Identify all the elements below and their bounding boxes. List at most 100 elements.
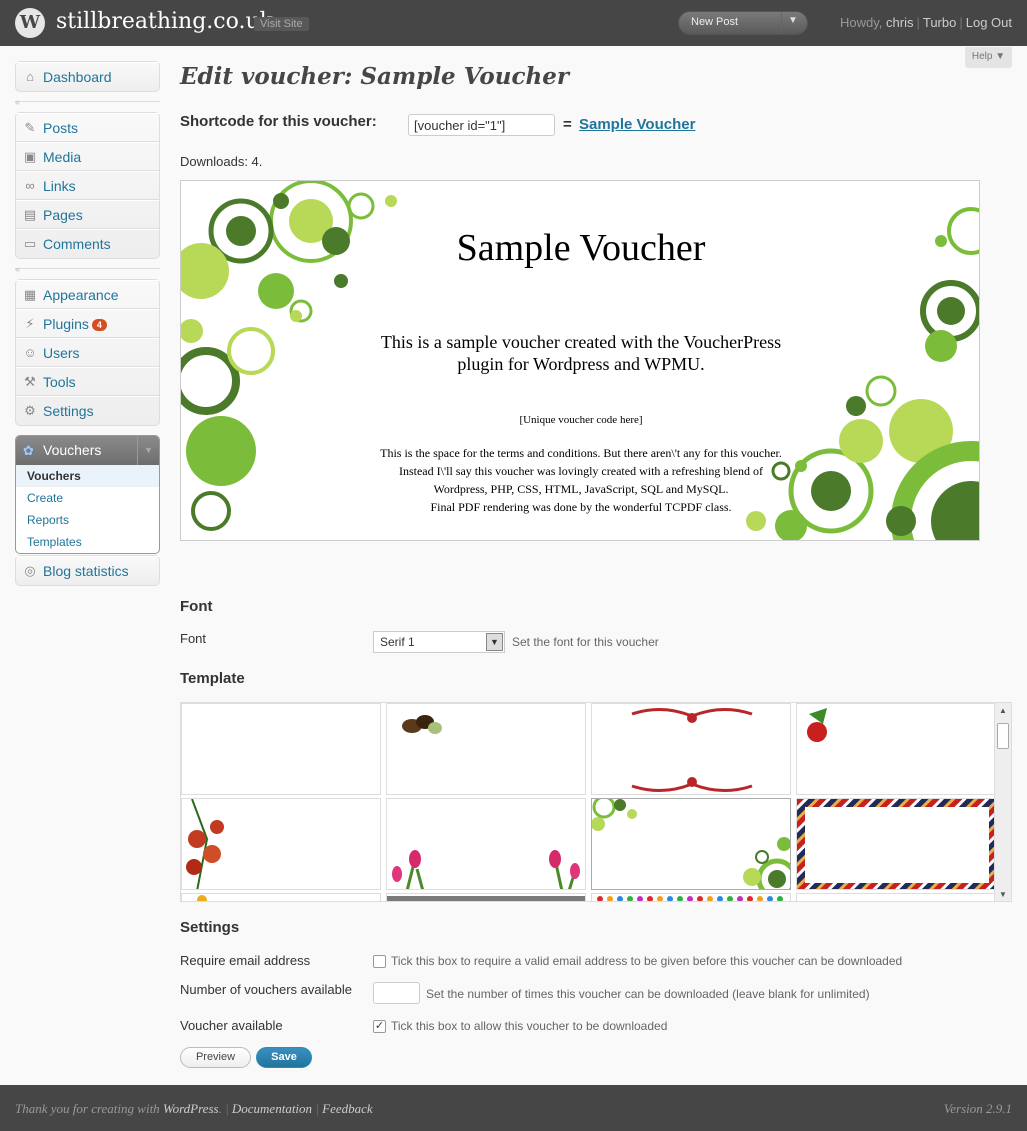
menu-item-media[interactable]: ▣ Media: [16, 142, 159, 171]
submenu-link[interactable]: Templates: [27, 535, 82, 549]
template-option-green-circles[interactable]: [591, 798, 791, 890]
red-ornament-image: [631, 708, 753, 792]
help-tab[interactable]: Help ▼: [965, 47, 1012, 68]
voucher-body: This is a sample voucher created with th…: [351, 331, 811, 375]
wordpress-link[interactable]: WordPress: [163, 1101, 219, 1116]
voucher-body-line: This is a sample voucher created with th…: [380, 332, 782, 352]
menu-item-tools[interactable]: ⚒ Tools: [16, 367, 159, 396]
media-icon: ▣: [23, 149, 37, 164]
preview-button[interactable]: Preview: [180, 1047, 251, 1068]
require-email-checkbox[interactable]: [373, 955, 386, 968]
font-select-value[interactable]: Serif 1: [380, 635, 415, 649]
menu-item-posts[interactable]: ✎ Posts: [16, 113, 159, 142]
user-link[interactable]: chris: [886, 15, 913, 30]
template-option-orchid[interactable]: [181, 798, 381, 890]
submenu-toggle-icon[interactable]: ▼: [137, 436, 159, 465]
chevron-down-icon[interactable]: ▼: [788, 15, 798, 26]
submenu-item-reports[interactable]: Reports: [16, 509, 159, 531]
template-option-chocolates[interactable]: [386, 703, 586, 795]
template-option-rose[interactable]: [796, 703, 996, 795]
menu-item-links[interactable]: ∞ Links: [16, 171, 159, 200]
airmail-border-image: [797, 799, 995, 889]
users-icon: ☺: [23, 345, 37, 360]
menu-item-settings[interactable]: ⚙ Settings: [16, 396, 159, 425]
menu-item-users[interactable]: ☺ Users: [16, 338, 159, 367]
save-button[interactable]: Save: [256, 1047, 312, 1068]
menu-item-label[interactable]: Plugins 4: [43, 316, 107, 332]
equals-sign: =: [563, 116, 572, 133]
voucher-title: Sample Voucher: [456, 227, 706, 269]
logout-link[interactable]: Log Out: [966, 15, 1012, 30]
chevron-down-icon[interactable]: ▼: [486, 633, 503, 651]
menu-item-label[interactable]: Blog statistics: [43, 563, 129, 579]
scroll-up-icon[interactable]: ▲: [995, 703, 1011, 719]
submenu-item-templates[interactable]: Templates: [16, 531, 159, 553]
font-select[interactable]: Serif 1 ▼: [373, 631, 505, 653]
menu-item-label[interactable]: Appearance: [43, 287, 119, 303]
voucher-terms-line: Final PDF rendering was done by the wond…: [430, 500, 732, 514]
template-option-tulips[interactable]: [386, 798, 586, 890]
documentation-link[interactable]: Documentation: [232, 1101, 312, 1116]
vouchers-available-input[interactable]: [373, 982, 420, 1004]
menu-item-dashboard[interactable]: ⌂ Dashboard: [16, 62, 159, 91]
comment-icon: ▭: [23, 236, 37, 251]
menu-item-plugins[interactable]: ⚡ Plugins 4: [16, 309, 159, 338]
menu-item-blog-statistics[interactable]: ◎ Blog statistics: [16, 556, 159, 585]
user-info: Howdy, chris | Turbo | Log Out: [840, 15, 1012, 30]
collapse-arrow-icon[interactable]: «: [15, 97, 20, 107]
template-scrollbar[interactable]: ▲ ▼: [994, 703, 1011, 901]
submenu-link[interactable]: Reports: [27, 513, 69, 527]
template-option-partial-4[interactable]: [796, 893, 996, 901]
menu-item-comments[interactable]: ▭ Comments: [16, 229, 159, 258]
menu-item-appearance[interactable]: ▦ Appearance: [16, 280, 159, 309]
help-label[interactable]: Help: [972, 51, 993, 62]
checkmark-icon: ✓: [374, 1020, 385, 1032]
menu-item-pages[interactable]: ▤ Pages: [16, 200, 159, 229]
menu-item-label[interactable]: Tools: [43, 374, 76, 390]
menu-item-label[interactable]: Pages: [43, 207, 83, 223]
menu-item-label[interactable]: Settings: [43, 403, 94, 419]
menu-item-label[interactable]: Vouchers: [43, 442, 101, 458]
menu-item-vouchers[interactable]: ✿ Vouchers ▼: [16, 436, 159, 465]
template-option-partial-2[interactable]: [386, 893, 586, 901]
available-description: Tick this box to allow this voucher to b…: [391, 1019, 668, 1033]
footer-thanks: Thank you for creating with: [15, 1101, 163, 1116]
template-option-partial-3[interactable]: [591, 893, 791, 901]
scroll-down-icon[interactable]: ▼: [995, 887, 1011, 901]
site-title[interactable]: stillbreathing.co.uk: [56, 9, 273, 34]
template-option-red-ornament[interactable]: [591, 703, 791, 795]
template-option-blank[interactable]: [181, 703, 381, 795]
pin-icon: ✎: [24, 120, 36, 135]
template-grid[interactable]: ▲ ▼: [180, 702, 1012, 902]
plugins-label[interactable]: Plugins: [43, 316, 89, 332]
submenu-item-vouchers[interactable]: Vouchers: [16, 465, 159, 487]
update-count-badge: 4: [91, 319, 107, 332]
menu-item-label[interactable]: Links: [43, 178, 76, 194]
visit-site-button[interactable]: Visit Site: [254, 17, 309, 31]
feedback-link[interactable]: Feedback: [322, 1101, 373, 1116]
available-label: Voucher available: [180, 1018, 283, 1033]
menu-item-label[interactable]: Dashboard: [43, 69, 112, 85]
menu-item-label[interactable]: Posts: [43, 120, 78, 136]
menu-item-label[interactable]: Comments: [43, 236, 111, 252]
menu-group-vouchers: ✿ Vouchers ▼ Vouchers Create Reports Tem…: [15, 435, 160, 554]
new-post-label[interactable]: New Post: [691, 16, 738, 28]
template-option-partial-1[interactable]: [181, 893, 381, 901]
menu-group-admin: ▦ Appearance ⚡ Plugins 4 ☺ Users ⚒ Tools ⚙ Set…: [15, 279, 160, 426]
menu-item-label[interactable]: Media: [43, 149, 81, 165]
voucher-available-checkbox[interactable]: ✓: [373, 1020, 386, 1033]
menu-separator: «: [15, 264, 160, 274]
template-option-airmail[interactable]: [796, 798, 996, 890]
new-post-button[interactable]: New Post ▼: [678, 11, 808, 35]
voucher-link[interactable]: Sample Voucher: [579, 116, 695, 133]
submenu-link[interactable]: Create: [27, 491, 63, 505]
wordpress-logo-icon[interactable]: W: [15, 8, 45, 38]
version-text: Version 2.9.1: [943, 1101, 1012, 1116]
collapse-arrow-icon[interactable]: «: [15, 264, 20, 274]
submenu-item-create[interactable]: Create: [16, 487, 159, 509]
scrollbar-thumb[interactable]: [997, 723, 1009, 749]
turbo-link[interactable]: Turbo: [923, 15, 956, 30]
email-label: Require email address: [180, 953, 311, 968]
shortcode-input[interactable]: [408, 114, 555, 136]
menu-item-label[interactable]: Users: [43, 345, 80, 361]
